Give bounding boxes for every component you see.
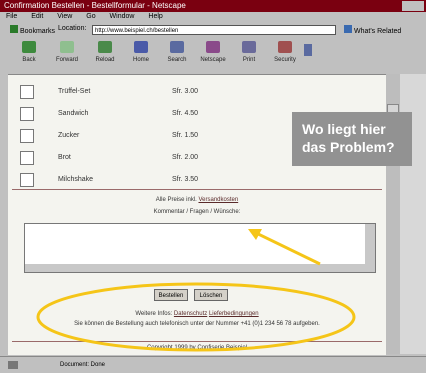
callout-line-2: das Problem? bbox=[302, 139, 395, 155]
status-bar: Document: Done bbox=[0, 356, 426, 373]
netscape-status-icon bbox=[8, 361, 18, 369]
highlight-arrow bbox=[253, 230, 321, 266]
problem-callout: Wo liegt hier das Problem? bbox=[292, 112, 412, 166]
annotation-overlay bbox=[36, 229, 356, 352]
status-text: Document: Done bbox=[60, 362, 106, 368]
highlight-ellipse bbox=[36, 282, 356, 352]
callout-line-1: Wo liegt hier bbox=[302, 121, 386, 137]
browser-window: Confirmation Bestellen - Bestellformular… bbox=[0, 0, 426, 373]
